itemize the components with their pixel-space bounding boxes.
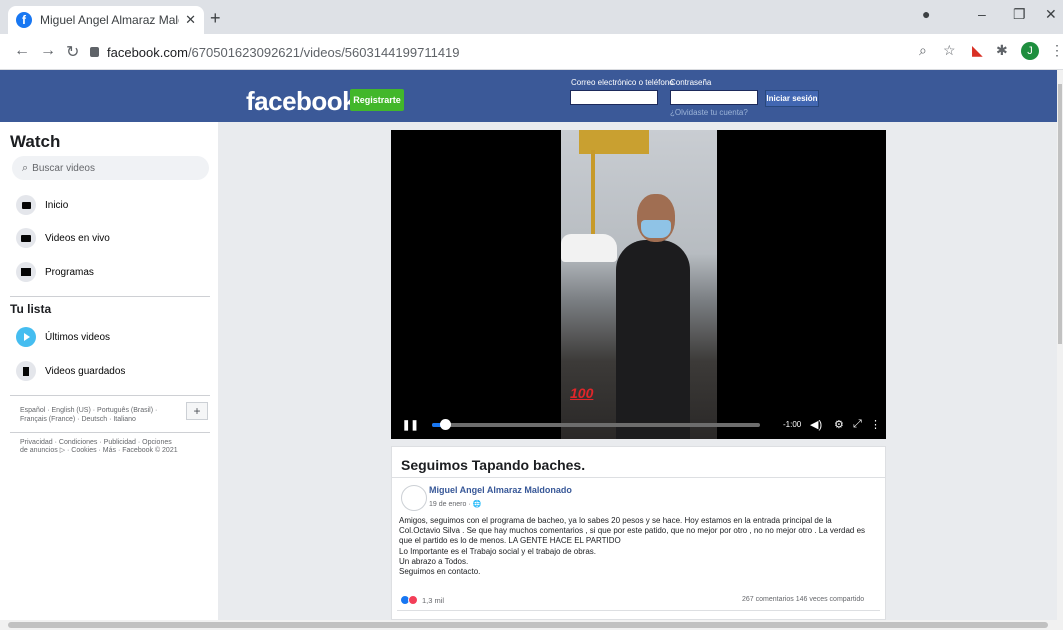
play-icon <box>16 327 36 347</box>
url-host: facebook.com <box>107 44 188 60</box>
bookmark-icon <box>16 361 36 381</box>
profile-avatar[interactable]: J <box>1021 42 1039 60</box>
email-label: Correo electrónico o teléfono <box>571 78 674 87</box>
live-video-icon <box>16 228 36 248</box>
email-field[interactable] <box>570 90 658 105</box>
forgot-account-link[interactable]: ¿Olvidaste tu cuenta? <box>670 108 748 117</box>
search-placeholder: Buscar videos <box>32 162 95 174</box>
zoom-icon[interactable]: ⌕ <box>919 42 927 59</box>
video-player[interactable]: 100 ❚❚ -1:00 ◀) ⚙ ⤢ ⋮ <box>391 130 886 439</box>
browser-tab-bar: f Miguel Angel Almaraz Maldonado ✕ + ● –… <box>0 0 1063 34</box>
password-label: Contraseña <box>670 78 712 87</box>
facebook-logo[interactable]: facebook <box>246 86 357 117</box>
home-video-icon <box>16 195 36 215</box>
settings-gear-icon[interactable]: ⚙ <box>834 418 844 431</box>
login-button[interactable]: Iniciar sesión <box>765 90 819 107</box>
post-line: Amigos, seguimos con el programa de bach… <box>399 516 832 525</box>
sidebar-item-label: Inicio <box>45 199 69 211</box>
reload-icon[interactable]: ↻ <box>66 42 79 62</box>
browser-tab[interactable]: f Miguel Angel Almaraz Maldonado ✕ <box>8 6 204 34</box>
footer-links[interactable]: Privacidad · Condiciones · Publicidad · … <box>20 439 180 455</box>
post-author-link[interactable]: Miguel Angel Almaraz Maldonado <box>429 485 572 495</box>
bookmark-star-icon[interactable]: ☆ <box>943 42 956 59</box>
post-line: Seguimos en contacto. <box>399 567 481 577</box>
sidebar-item-inicio[interactable]: Inicio <box>16 195 68 215</box>
sidebar-item-saved[interactable]: Videos guardados <box>16 361 125 381</box>
facebook-header: facebook Registrarte Correo electrónico … <box>0 70 1057 122</box>
post-stats[interactable]: 267 comentarios 146 veces compartido <box>742 596 864 603</box>
new-tab-icon[interactable]: + <box>210 8 221 29</box>
tab-title: Miguel Angel Almaraz Maldonado <box>40 13 179 27</box>
sidebar-item-label: Últimos videos <box>45 331 111 343</box>
browser-toolbar: ← → ↻ facebook.com/670501623092621/video… <box>0 34 1063 70</box>
post-line: Un abrazo a Todos. <box>399 556 469 566</box>
back-icon[interactable]: ← <box>14 42 30 60</box>
post-body: Amigos, seguimos con el programa de bach… <box>399 516 883 577</box>
post-card: Seguimos Tapando baches. Miguel Angel Al… <box>391 446 886 620</box>
minimize-icon[interactable]: – <box>978 6 986 22</box>
video-time-remaining: -1:00 <box>783 420 802 429</box>
vertical-scrollbar[interactable] <box>1057 70 1063 630</box>
more-languages-button[interactable]: + <box>186 402 208 420</box>
video-person <box>616 240 690 439</box>
chrome-menu-icon[interactable]: ⋮ <box>1050 42 1063 59</box>
extension-icon[interactable]: ◣ <box>972 42 983 59</box>
forward-icon[interactable]: → <box>40 42 56 60</box>
video-car <box>561 234 617 262</box>
video-scrub-handle[interactable] <box>440 419 452 430</box>
tab-close-icon[interactable]: ✕ <box>185 12 196 28</box>
sidebar-item-latest[interactable]: Últimos videos <box>16 327 110 347</box>
lock-icon <box>90 47 99 57</box>
post-line: Col.Octavio Silva . Se que hay muchos co… <box>399 526 866 536</box>
love-reaction-icon <box>408 595 418 605</box>
video-controls: ❚❚ -1:00 ◀) ⚙ ⤢ ⋮ <box>391 412 886 439</box>
sidebar-item-label: Videos guardados <box>45 365 126 377</box>
post-line: Lo Importante es el Trabajo social y el … <box>399 546 596 556</box>
your-list-title: Tu lista <box>10 302 52 316</box>
post-title: Seguimos Tapando baches. <box>401 457 586 473</box>
extensions-puzzle-icon[interactable]: ✱ <box>996 42 1008 59</box>
reactions-summary[interactable]: 1,3 mil <box>400 595 444 605</box>
post-date[interactable]: 19 de enero · 🌐 <box>429 500 481 508</box>
sidebar-item-label: Programas <box>45 266 94 278</box>
sidebar-title: Watch <box>10 132 61 151</box>
password-field[interactable] <box>670 90 758 105</box>
sidebar-item-live[interactable]: Videos en vivo <box>16 228 110 248</box>
hundred-emoji-icon: 100 <box>570 385 594 401</box>
volume-icon[interactable]: ◀) <box>810 418 822 431</box>
sidebar-divider <box>10 432 210 433</box>
address-bar[interactable]: facebook.com/670501623092621/videos/5603… <box>90 39 970 65</box>
reactions-count: 1,3 mil <box>422 595 445 605</box>
globe-icon: 🌐 <box>472 501 482 508</box>
author-avatar[interactable] <box>401 485 427 511</box>
clapperboard-icon <box>16 262 36 282</box>
restore-icon[interactable]: ❐ <box>1013 6 1026 23</box>
more-options-icon[interactable]: ⋮ <box>870 418 881 431</box>
sidebar-divider <box>10 296 210 297</box>
language-links[interactable]: Español · English (US) · Português (Bras… <box>20 406 170 424</box>
video-progress-track[interactable] <box>432 423 760 427</box>
facebook-favicon-icon: f <box>16 12 32 28</box>
sidebar-item-label: Videos en vivo <box>45 232 110 244</box>
search-icon: ⌕ <box>22 161 29 174</box>
register-button[interactable]: Registrarte <box>350 89 404 111</box>
watch-sidebar: Watch ⌕ Buscar videos Inicio Videos en v… <box>0 122 218 620</box>
sidebar-divider <box>10 395 210 396</box>
pause-icon[interactable]: ❚❚ <box>402 420 419 431</box>
url-path: /670501623092621/videos/5603144199711419 <box>187 44 460 60</box>
horizontal-scrollbar[interactable] <box>0 620 1057 630</box>
post-line: que el partido es lo de menos. LA GENTE … <box>399 536 621 546</box>
search-videos-input[interactable]: ⌕ Buscar videos <box>12 156 209 180</box>
profile-menu-icon[interactable]: ● <box>922 6 930 22</box>
window-close-icon[interactable]: ✕ <box>1045 6 1057 23</box>
fullscreen-icon[interactable]: ⤢ <box>853 418 862 431</box>
sidebar-item-shows[interactable]: Programas <box>16 262 94 282</box>
